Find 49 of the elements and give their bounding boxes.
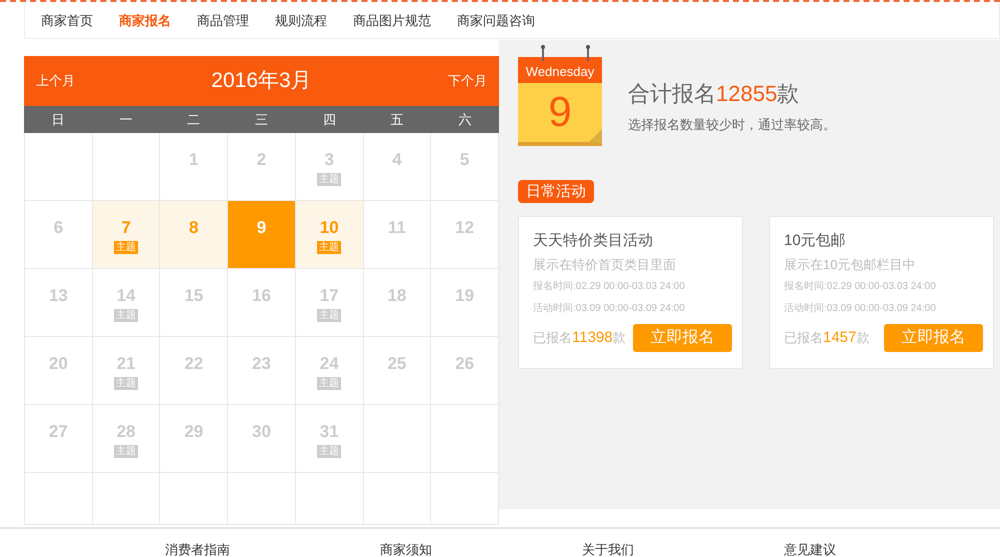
prev-month-link[interactable]: 上个月 bbox=[36, 71, 75, 91]
calendar-day[interactable]: 8 bbox=[160, 201, 228, 269]
day-number: 9 bbox=[256, 218, 266, 238]
calendar-icon bbox=[518, 45, 602, 146]
signup-count: 已报名 11398款 bbox=[533, 328, 626, 348]
next-month-link[interactable]: 下个月 bbox=[448, 71, 487, 91]
nav-link[interactable]: 商品图片规范 bbox=[353, 10, 431, 30]
total-signups: 合计报名 12855款 bbox=[628, 80, 800, 108]
day-number: 8 bbox=[189, 218, 199, 238]
theme-tag: 主题 bbox=[317, 241, 342, 254]
activity-description: 展示在特价首页类目里面 bbox=[533, 256, 677, 274]
day-number: 9 bbox=[547, 87, 573, 137]
activity-description: 展示在10元包邮栏目中 bbox=[784, 256, 916, 274]
weekday-label: 三 bbox=[254, 110, 268, 129]
nav-link[interactable]: 商家报名 bbox=[119, 10, 171, 30]
signup-time: 报名时间:02.29 00:00-03.03 24:00 bbox=[784, 280, 937, 294]
day-number: 7 bbox=[121, 218, 131, 238]
month-title: 2016年3月 bbox=[211, 68, 312, 94]
section-tag: 日常活动 bbox=[518, 180, 594, 203]
signup-button[interactable]: 立即报名 bbox=[884, 324, 983, 352]
footer-link[interactable]: 消费者指南 bbox=[165, 540, 230, 557]
footer-link[interactable]: 关于我们 bbox=[582, 540, 634, 557]
event-time: 活动时间:03.09 00:00-03.09 24:00 bbox=[784, 302, 937, 316]
calendar-day[interactable]: 9 bbox=[228, 201, 296, 269]
weekday-label: 四 bbox=[322, 110, 336, 129]
footer-link[interactable]: 商家须知 bbox=[380, 540, 432, 557]
activity-title: 10元包邮 bbox=[784, 231, 847, 251]
event-time: 活动时间:03.09 00:00-03.09 24:00 bbox=[533, 302, 686, 316]
weekday-label: 二 bbox=[187, 110, 200, 129]
calendar-cell bbox=[92, 133, 160, 201]
hint-text: 选择报名数量较少时，通过率较高。 bbox=[628, 116, 836, 134]
nav-link[interactable]: 商家问题咨询 bbox=[457, 10, 535, 30]
nav-link[interactable]: 商品管理 bbox=[197, 10, 249, 30]
weekday-label: 一 bbox=[119, 110, 132, 129]
footer-link[interactable]: 意见建议 bbox=[784, 540, 836, 557]
signup-time: 报名时间:02.29 00:00-03.03 24:00 bbox=[533, 280, 686, 294]
nav-link[interactable]: 规则流程 bbox=[275, 10, 327, 30]
day-number: 10 bbox=[320, 218, 339, 238]
calendar-day[interactable]: 10 主题 bbox=[296, 201, 364, 269]
weekday-label: 六 bbox=[458, 110, 472, 129]
calendar-day[interactable]: 7 主题 bbox=[92, 201, 160, 269]
weekday-name: Wednesday bbox=[524, 63, 596, 81]
activity-title: 天天特价类目活动 bbox=[533, 231, 654, 251]
theme-tag: 主题 bbox=[114, 241, 138, 254]
signup-count: 已报名 1457款 bbox=[784, 328, 870, 348]
weekday-label: 日 bbox=[51, 110, 64, 129]
weekday-label: 五 bbox=[390, 110, 404, 129]
signup-button[interactable]: 立即报名 bbox=[633, 324, 732, 352]
nav-link[interactable]: 商家首页 bbox=[41, 10, 93, 30]
